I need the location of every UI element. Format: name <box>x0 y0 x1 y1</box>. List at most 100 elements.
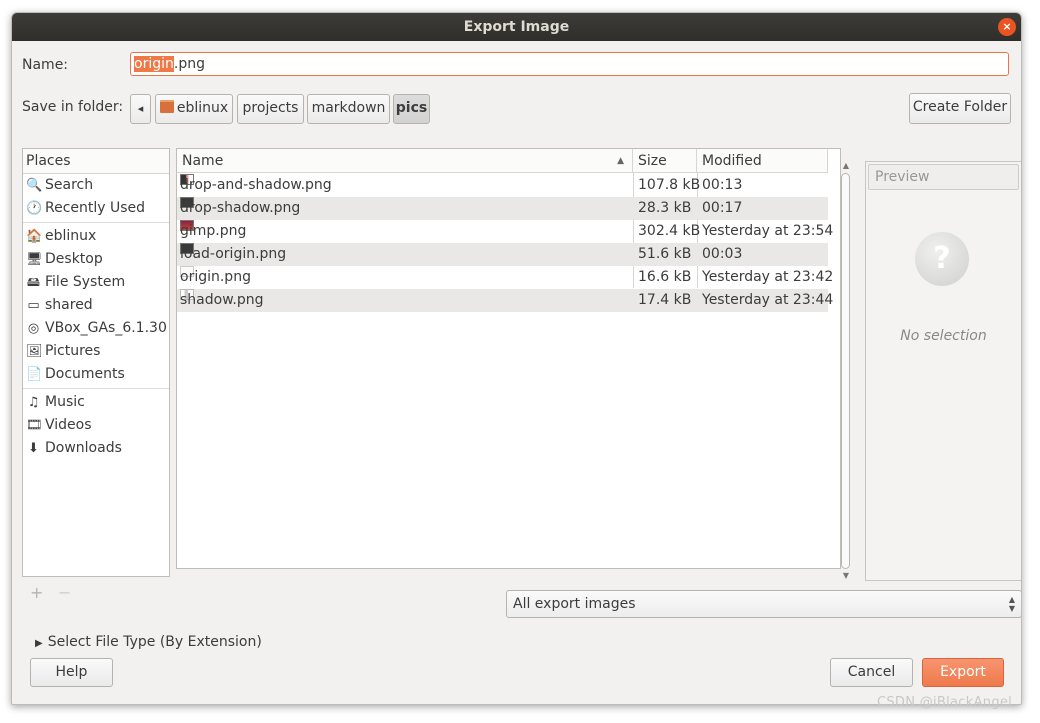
scrollbar-track[interactable] <box>841 173 850 569</box>
recent-icon: 🕐 <box>26 201 43 216</box>
export-button[interactable]: Export <box>922 658 1004 687</box>
file-name: drop-and-shadow.png <box>180 177 332 193</box>
file-modified: Yesterday at 23:54 <box>702 223 834 239</box>
file-size: 17.4 kB <box>638 292 692 308</box>
file-list[interactable]: Name ▲ Size Modified drop-and-shadow.png… <box>176 148 841 569</box>
file-modified: 00:17 <box>702 200 743 216</box>
no-selection-text: No selection <box>900 328 987 344</box>
save-in-folder-label: Save in folder: <box>22 99 124 115</box>
file-modified: 00:13 <box>702 177 743 193</box>
place-desktop[interactable]: 🖥 Desktop <box>23 248 169 271</box>
file-size: 107.8 kB <box>638 177 701 193</box>
file-name: drop-shadow.png <box>180 200 301 216</box>
file-row[interactable]: drop-shadow.png 28.3 kB 00:17 <box>177 197 828 220</box>
chevron-left-icon: ◂ <box>137 102 144 115</box>
file-row[interactable]: drop-and-shadow.png 107.8 kB 00:13 <box>177 174 828 197</box>
place-label: Downloads <box>45 440 122 456</box>
place-label: shared <box>45 297 93 313</box>
filename-input[interactable]: origin.png <box>130 52 1009 76</box>
file-name: load-origin.png <box>180 246 287 262</box>
place-documents[interactable]: 📄 Documents <box>23 363 169 386</box>
file-size: 302.4 kB <box>638 223 701 239</box>
filter-value: All export images <box>513 596 636 612</box>
remove-place-icon[interactable]: − <box>58 583 71 602</box>
close-icon[interactable]: × <box>998 18 1016 36</box>
shared-drive-icon: ▭ <box>27 298 40 313</box>
file-row[interactable]: load-origin.png 51.6 kB 00:03 <box>177 243 828 266</box>
place-label: Pictures <box>45 343 101 359</box>
file-row[interactable]: shadow.png 17.4 kB Yesterday at 23:44 <box>177 289 833 312</box>
place-downloads[interactable]: ⬇ Downloads <box>23 437 169 460</box>
file-modified: Yesterday at 23:42 <box>702 269 834 285</box>
place-vbox-gas[interactable]: ◎ VBox_GAs_6.1.30 <box>23 317 169 340</box>
create-folder-button[interactable]: Create Folder <box>909 93 1011 124</box>
file-list-scrollbar[interactable]: ▲ ▼ <box>840 161 852 581</box>
preview-panel: Preview ? No selection <box>865 161 1021 581</box>
crumb-label: pics <box>395 100 428 116</box>
scroll-up-icon[interactable]: ▲ <box>840 161 852 170</box>
place-recently-used[interactable]: 🕐 Recently Used <box>23 197 169 220</box>
place-shared[interactable]: ▭ shared <box>23 294 169 317</box>
place-eblinux[interactable]: 🏠 eblinux <box>23 225 169 248</box>
file-row[interactable]: origin.png 16.6 kB Yesterday at 23:42 <box>177 266 833 289</box>
help-button[interactable]: Help <box>30 658 113 687</box>
places-divider <box>23 388 169 389</box>
places-header: Places <box>23 149 169 174</box>
file-type-expander[interactable]: ▶ Select File Type (By Extension) <box>35 633 262 653</box>
updown-icon: ▲ ▼ <box>1008 595 1015 613</box>
places-divider <box>23 222 169 223</box>
place-label: Search <box>45 177 94 193</box>
home-folder-icon <box>159 100 174 113</box>
crumb-label: projects <box>242 100 299 116</box>
documents-icon: 📄 <box>26 367 43 382</box>
place-label: Music <box>45 394 85 410</box>
expander-label: Select File Type (By Extension) <box>47 634 262 650</box>
preview-button[interactable]: Preview <box>868 164 1019 190</box>
column-header-modified[interactable]: Modified <box>697 149 828 173</box>
watermark-text: CSDN @iBlackAngel <box>877 695 1013 710</box>
column-header-name[interactable]: Name ▲ <box>177 149 633 173</box>
file-name: shadow.png <box>180 292 264 308</box>
export-image-dialog: Export Image × Name: origin.png Save in … <box>11 12 1022 705</box>
add-place-icon[interactable]: + <box>30 583 43 602</box>
crumb-markdown[interactable]: markdown <box>307 94 390 124</box>
file-size: 16.6 kB <box>638 269 692 285</box>
file-row[interactable]: gimp.png 302.4 kB Yesterday at 23:54 <box>177 220 833 243</box>
scroll-down-icon[interactable]: ▼ <box>840 571 852 580</box>
place-music[interactable]: ♫ Music <box>23 391 169 414</box>
pictures-icon: 🖼 <box>26 344 43 359</box>
file-name: origin.png <box>180 269 251 285</box>
file-modified: Yesterday at 23:44 <box>702 292 834 308</box>
home-folder-icon: 🏠 <box>26 229 43 244</box>
place-search[interactable]: 🔍 Search <box>23 174 169 197</box>
place-pictures[interactable]: 🖼 Pictures <box>23 340 169 363</box>
window-title: Export Image <box>463 19 570 35</box>
path-back-button[interactable]: ◂ <box>130 94 151 124</box>
drive-icon: 🖴 <box>26 275 41 290</box>
place-label: Documents <box>45 366 125 382</box>
expander-arrow-icon: ▶ <box>35 638 43 649</box>
column-label: Name <box>182 153 224 169</box>
sort-ascending-icon: ▲ <box>617 156 624 166</box>
place-label: File System <box>45 274 126 290</box>
place-label: Desktop <box>45 251 103 267</box>
title-bar[interactable]: Export Image × <box>12 13 1021 41</box>
file-filter-select[interactable]: All export images ▲ ▼ <box>506 590 1021 618</box>
videos-icon: 🎞 <box>26 418 43 433</box>
cancel-button[interactable]: Cancel <box>830 658 913 687</box>
desktop-icon: 🖥 <box>26 252 43 267</box>
place-file-system[interactable]: 🖴 File System <box>23 271 169 294</box>
crumb-projects[interactable]: projects <box>237 94 304 124</box>
crumb-label: eblinux <box>176 100 229 116</box>
crumb-label: markdown <box>311 100 386 116</box>
crumb-pics[interactable]: pics <box>393 94 430 124</box>
column-header-size[interactable]: Size <box>633 149 697 173</box>
file-size: 28.3 kB <box>638 200 692 216</box>
name-label: Name: <box>22 57 69 73</box>
place-label: Recently Used <box>45 200 146 216</box>
disc-icon: ◎ <box>27 321 40 336</box>
crumb-eblinux[interactable]: eblinux <box>155 94 233 124</box>
downloads-icon: ⬇ <box>28 441 39 456</box>
file-name: gimp.png <box>180 223 247 239</box>
place-videos[interactable]: 🎞 Videos <box>23 414 169 437</box>
